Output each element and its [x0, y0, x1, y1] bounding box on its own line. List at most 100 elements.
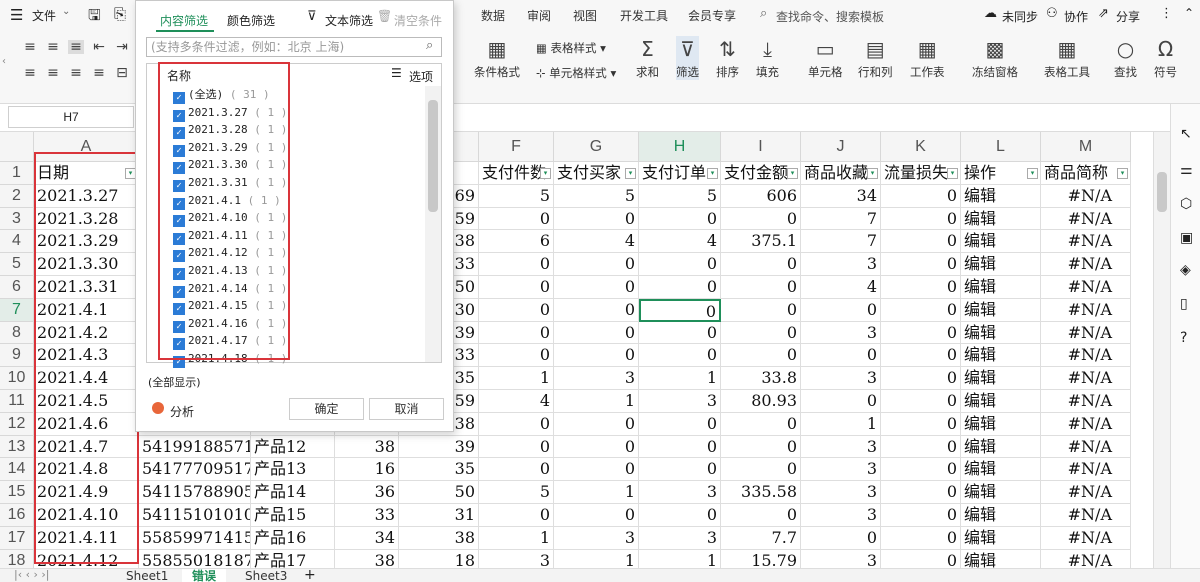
- text-filter-button[interactable]: 文本筛选: [325, 12, 373, 29]
- table-cell[interactable]: 0: [721, 504, 801, 527]
- row-header[interactable]: 10: [0, 367, 34, 390]
- filter-dropdown-icon[interactable]: ▾: [1027, 168, 1038, 179]
- table-cell[interactable]: #N/A: [1041, 435, 1131, 459]
- sliders-icon[interactable]: ⚌: [1180, 162, 1193, 178]
- table-cell[interactable]: 1: [639, 367, 721, 390]
- export-icon[interactable]: ⎘: [114, 5, 126, 23]
- table-cell[interactable]: #N/A: [1041, 321, 1131, 345]
- table-cell[interactable]: 80.93: [721, 390, 801, 413]
- table-cell[interactable]: 0: [554, 253, 639, 276]
- table-cell[interactable]: 0: [639, 504, 721, 527]
- column-header-J[interactable]: J: [801, 132, 881, 162]
- row-header[interactable]: 5: [0, 253, 34, 276]
- table-cell[interactable]: 0: [554, 207, 639, 231]
- table-cell[interactable]: 0: [881, 412, 961, 436]
- row-header[interactable]: 7: [0, 298, 34, 322]
- table-cell[interactable]: 33.8: [721, 367, 801, 390]
- filter-dropdown-icon[interactable]: ▾: [867, 168, 878, 179]
- table-cell[interactable]: 0: [881, 276, 961, 299]
- add-sheet-icon[interactable]: +: [304, 567, 316, 582]
- table-cell[interactable]: 产品13: [251, 458, 335, 482]
- ribbon-scroll-left-icon[interactable]: ‹: [2, 56, 6, 67]
- table-cell[interactable]: 产品16: [251, 526, 335, 550]
- save-icon[interactable]: 🖫: [88, 5, 101, 30]
- file-menu[interactable]: 文件: [32, 7, 56, 24]
- tab-content-filter[interactable]: 内容筛选: [160, 12, 208, 29]
- table-cell[interactable]: 编辑: [961, 481, 1041, 504]
- ribbon-tab-1[interactable]: 审阅: [527, 7, 551, 24]
- table-cell[interactable]: 3: [801, 458, 881, 482]
- table-cell[interactable]: #N/A: [1041, 253, 1131, 276]
- align-middle-icon[interactable]: ≡: [45, 40, 61, 54]
- table-cell[interactable]: 0: [881, 458, 961, 482]
- cancel-button[interactable]: 取消: [369, 398, 444, 420]
- table-cell[interactable]: 15.79: [721, 549, 801, 568]
- table-cell[interactable]: 5: [479, 184, 554, 208]
- table-cell[interactable]: 产品12: [251, 435, 335, 459]
- table-cell[interactable]: 0: [479, 253, 554, 276]
- row-header[interactable]: 1: [0, 162, 34, 185]
- filter-search-input[interactable]: (支持多条件过滤，例如：北京 上海): [146, 37, 442, 57]
- row-header[interactable]: 2: [0, 184, 34, 208]
- table-cell[interactable]: 编辑: [961, 504, 1041, 527]
- table-cell[interactable]: 编辑: [961, 526, 1041, 550]
- table-cell[interactable]: #N/A: [1041, 184, 1131, 208]
- collapse-icon[interactable]: ⌃: [1184, 6, 1194, 20]
- table-cell[interactable]: 1: [639, 549, 721, 568]
- table-cell[interactable]: 7: [801, 207, 881, 231]
- table-cell[interactable]: 0: [479, 298, 554, 322]
- sync-icon[interactable]: ☁: [984, 6, 997, 21]
- table-cell[interactable]: 4: [554, 230, 639, 254]
- sheet-tab-2[interactable]: Sheet3: [235, 569, 297, 582]
- table-cell[interactable]: 0: [801, 526, 881, 550]
- table-cell[interactable]: 0: [801, 390, 881, 413]
- vertical-scrollbar[interactable]: [1153, 132, 1170, 568]
- table-cell[interactable]: 34: [335, 526, 399, 550]
- table-cell[interactable]: 0: [881, 435, 961, 459]
- name-box[interactable]: H7: [8, 106, 134, 128]
- filter-dropdown-icon[interactable]: ▾: [947, 168, 958, 179]
- table-cell[interactable]: 3: [801, 435, 881, 459]
- table-cell[interactable]: 38: [335, 435, 399, 459]
- table-style-button[interactable]: ▦ 表格样式 ▾: [536, 40, 606, 56]
- table-cell[interactable]: #N/A: [1041, 458, 1131, 482]
- table-cell[interactable]: 0: [881, 481, 961, 504]
- row-header[interactable]: 16: [0, 504, 34, 527]
- table-cell[interactable]: 0: [639, 276, 721, 299]
- table-cell[interactable]: #N/A: [1041, 276, 1131, 299]
- ribbon-tab-4[interactable]: 会员专享: [688, 7, 736, 24]
- ribbon-button-8[interactable]: ▩ 冻结窗格: [972, 36, 1018, 80]
- table-cell[interactable]: 39: [399, 435, 479, 459]
- table-cell[interactable]: 16: [335, 458, 399, 482]
- table-cell[interactable]: 0: [721, 276, 801, 299]
- ribbon-button-7[interactable]: ▦ 工作表: [910, 36, 945, 80]
- ribbon-tab-2[interactable]: 视图: [573, 7, 597, 24]
- table-cell[interactable]: 54115101010: [139, 504, 251, 527]
- row-header[interactable]: 3: [0, 207, 34, 231]
- ribbon-button-11[interactable]: Ω 符号: [1154, 36, 1177, 80]
- distribute-icon[interactable]: ⊟: [114, 66, 130, 80]
- table-cell[interactable]: 0: [881, 504, 961, 527]
- table-cell[interactable]: 1: [554, 481, 639, 504]
- image-icon[interactable]: ▣: [1180, 230, 1193, 246]
- table-cell[interactable]: #N/A: [1041, 412, 1131, 436]
- filter-dropdown-icon[interactable]: ▾: [540, 168, 551, 179]
- indent-decrease-icon[interactable]: ⇤: [91, 40, 107, 54]
- cursor-icon[interactable]: ↖: [1180, 126, 1192, 142]
- ribbon-button-3[interactable]: ⇅ 排序: [716, 36, 739, 80]
- table-cell[interactable]: 0: [639, 253, 721, 276]
- analyze-button[interactable]: 分析: [170, 403, 194, 420]
- table-cell[interactable]: 3: [479, 549, 554, 568]
- table-cell[interactable]: 3: [639, 526, 721, 550]
- table-cell[interactable]: 0: [479, 207, 554, 231]
- table-cell[interactable]: 3: [554, 526, 639, 550]
- table-cell[interactable]: 编辑: [961, 344, 1041, 368]
- table-cell[interactable]: 编辑: [961, 390, 1041, 413]
- table-cell[interactable]: #N/A: [1041, 481, 1131, 504]
- table-cell[interactable]: 编辑: [961, 253, 1041, 276]
- table-cell[interactable]: 7.7: [721, 526, 801, 550]
- sheet-tab-1[interactable]: 错误: [182, 569, 227, 582]
- column-header-L[interactable]: L: [961, 132, 1041, 162]
- table-cell[interactable]: #N/A: [1041, 549, 1131, 568]
- table-cell[interactable]: 18: [399, 549, 479, 568]
